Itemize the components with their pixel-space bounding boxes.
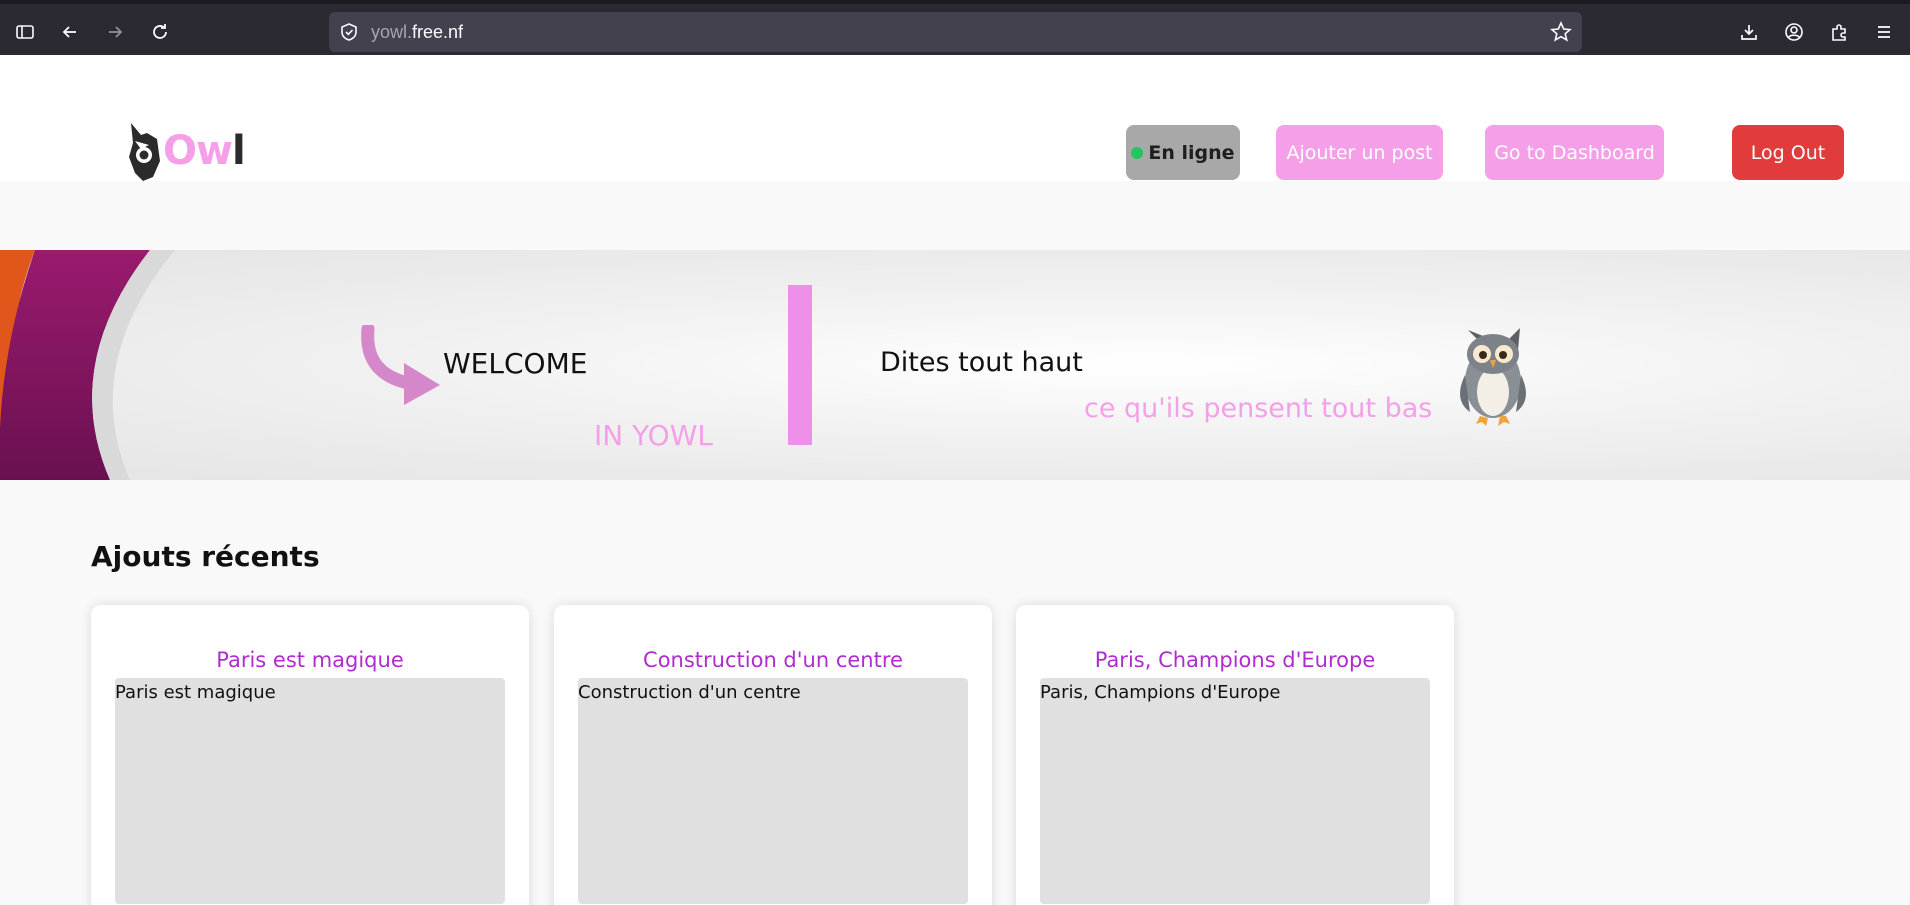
download-icon[interactable] (1733, 16, 1765, 48)
logo-wordmark: Owl (163, 128, 246, 174)
dashboard-button[interactable]: Go to Dashboard (1485, 125, 1664, 180)
hero-divider (788, 285, 812, 445)
hero-banner: WELCOME IN YOWL Dites tout haut ce qu'il… (0, 250, 1910, 480)
url-text[interactable]: yowl.free.nf (371, 22, 463, 43)
recent-posts-heading: Ajouts récents (91, 540, 320, 573)
site-header: Owl En ligne Ajouter un post Go to Dashb… (0, 55, 1910, 181)
page-content: Owl En ligne Ajouter un post Go to Dashb… (0, 55, 1910, 905)
add-post-button[interactable]: Ajouter un post (1276, 125, 1443, 180)
owl-mascot-icon (1460, 328, 1526, 426)
url-bar[interactable]: yowl.free.nf (329, 12, 1582, 52)
browser-toolbar: yowl.free.nf (0, 0, 1910, 55)
url-domain: free.nf (412, 22, 464, 42)
forward-icon[interactable] (99, 16, 131, 48)
post-card-title[interactable]: Paris est magique (91, 648, 529, 672)
post-card[interactable]: Construction d'un centre Construction d'… (554, 605, 992, 905)
in-yowl-heading: IN YOWL (594, 419, 713, 452)
logo-letter-w: w (196, 128, 233, 174)
post-card-body: Construction d'un centre (578, 678, 968, 904)
account-icon[interactable] (1778, 16, 1810, 48)
hero-tagline: Dites tout haut (880, 347, 1083, 378)
arrow-icon (361, 325, 440, 405)
extensions-icon[interactable] (1823, 16, 1855, 48)
online-dot-icon (1131, 146, 1144, 159)
post-card[interactable]: Paris est magique Paris est magique (91, 605, 529, 905)
post-card-content: Paris, Champions d'Europe (1040, 682, 1281, 703)
yowl-logo[interactable]: Owl (127, 121, 246, 181)
shield-icon[interactable] (339, 22, 359, 42)
reload-icon[interactable] (144, 16, 176, 48)
online-status-button[interactable]: En ligne (1126, 125, 1240, 180)
hero-subtagline: ce qu'ils pensent tout bas (1084, 393, 1433, 424)
post-card-content: Construction d'un centre (578, 682, 801, 703)
owl-logo-icon (129, 123, 160, 181)
back-icon[interactable] (54, 16, 86, 48)
welcome-heading: WELCOME (443, 347, 588, 380)
star-icon[interactable] (1550, 21, 1572, 43)
post-card-content: Paris est magique (115, 682, 276, 703)
post-card-title[interactable]: Construction d'un centre (554, 648, 992, 672)
logout-button[interactable]: Log Out (1732, 125, 1844, 180)
post-card[interactable]: Paris, Champions d'Europe Paris, Champio… (1016, 605, 1454, 905)
logo-letter-l: l (231, 128, 246, 174)
online-status-label: En ligne (1148, 141, 1235, 164)
menu-icon[interactable] (1868, 16, 1900, 48)
sidebar-icon[interactable] (9, 16, 41, 48)
post-card-body: Paris, Champions d'Europe (1040, 678, 1430, 904)
url-subdomain: yowl. (371, 22, 413, 42)
logo-letter-o: O (163, 128, 197, 174)
post-card-title[interactable]: Paris, Champions d'Europe (1016, 648, 1454, 672)
post-card-body: Paris est magique (115, 678, 505, 904)
